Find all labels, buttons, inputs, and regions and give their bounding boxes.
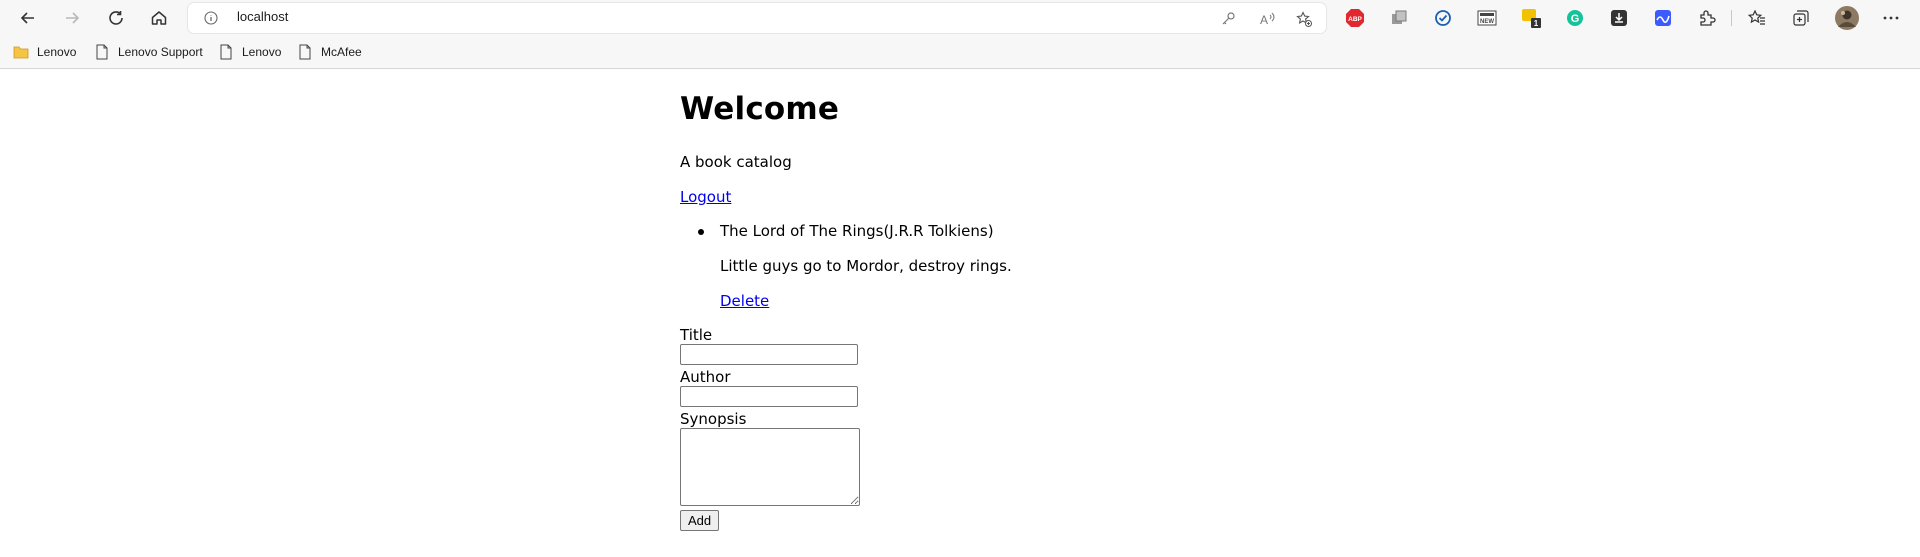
refresh-button[interactable] <box>102 4 130 32</box>
read-aloud-icon[interactable]: A <box>1260 11 1276 27</box>
star-add-icon[interactable] <box>1296 11 1312 27</box>
list-item: The Lord of The Rings(J.R.R Tolkiens) Li… <box>698 222 1012 310</box>
forward-arrow-icon <box>66 12 80 24</box>
synopsis-label: Synopsis <box>680 410 747 428</box>
news-icon[interactable]: NEW <box>1477 8 1497 28</box>
folder-icon <box>13 46 29 59</box>
check-circle-icon[interactable] <box>1433 8 1453 28</box>
badge-extension-icon[interactable]: 1 <box>1521 8 1541 28</box>
svg-text:G: G <box>1571 13 1580 25</box>
bookmark-item[interactable]: McAfee <box>297 43 362 61</box>
synopsis-textarea[interactable] <box>680 428 860 506</box>
wave-extension-icon[interactable] <box>1653 8 1673 28</box>
grammarly-icon[interactable]: G <box>1565 8 1585 28</box>
bookmark-label: McAfee <box>321 45 362 59</box>
bookmark-label: Lenovo Support <box>118 45 203 59</box>
home-button[interactable] <box>145 4 173 32</box>
refresh-icon <box>109 11 123 25</box>
bookmark-item[interactable]: Lenovo <box>218 43 281 61</box>
bookmark-item[interactable]: Lenovo <box>13 43 76 61</box>
puzzle-extensions-icon[interactable] <box>1697 8 1717 28</box>
add-button[interactable]: Add <box>680 510 720 531</box>
logout-link[interactable]: Logout <box>680 188 731 206</box>
bookmarks-bar: Lenovo Lenovo Support Lenovo McAfee <box>0 36 1920 69</box>
favorites-icon[interactable] <box>1747 8 1767 28</box>
title-label: Title <box>680 326 713 344</box>
home-icon <box>151 11 167 25</box>
info-icon[interactable] <box>204 11 218 25</box>
forward-button[interactable] <box>58 4 86 32</box>
bookmark-item[interactable]: Lenovo Support <box>94 43 203 61</box>
adblock-plus-icon[interactable]: ABP <box>1345 8 1365 28</box>
author-label: Author <box>680 368 731 386</box>
svg-text:1: 1 <box>1534 19 1539 28</box>
copy-extension-icon[interactable] <box>1389 8 1409 28</box>
address-bar[interactable]: localhost A <box>188 3 1326 33</box>
browser-toolbar: localhost A ABP NEW 1 G <box>0 0 1920 36</box>
bookmark-label: Lenovo <box>37 45 77 59</box>
page-title: Welcome <box>680 91 840 127</box>
svg-text:NEW: NEW <box>1480 19 1494 25</box>
back-button[interactable] <box>14 4 42 32</box>
download-extension-icon[interactable] <box>1609 8 1629 28</box>
back-arrow-icon <box>20 12 34 24</box>
key-icon[interactable] <box>1220 11 1236 27</box>
title-input[interactable] <box>680 344 858 365</box>
delete-book-link[interactable]: Delete <box>720 292 769 310</box>
author-input[interactable] <box>680 386 858 407</box>
svg-text:ABP: ABP <box>1348 16 1362 23</box>
book-synopsis: Little guys go to Mordor, destroy rings. <box>720 257 1012 275</box>
url-text[interactable]: localhost <box>237 9 288 24</box>
add-book-form: Title Author Synopsis Add <box>680 326 860 531</box>
collections-icon[interactable] <box>1791 8 1811 28</box>
more-menu-icon[interactable] <box>1881 8 1901 28</box>
book-list: The Lord of The Rings(J.R.R Tolkiens) Li… <box>698 222 1012 310</box>
toolbar-divider <box>1731 10 1732 26</box>
bookmark-label: Lenovo <box>242 45 282 59</box>
page-icon <box>220 44 232 60</box>
page-subtitle: A book catalog <box>680 153 792 171</box>
page-icon <box>96 44 108 60</box>
svg-text:A: A <box>1260 13 1268 27</box>
page-icon <box>299 44 311 60</box>
profile-avatar[interactable] <box>1835 6 1859 30</box>
book-title: The Lord of The Rings(J.R.R Tolkiens) <box>720 222 994 240</box>
bullet-icon <box>698 229 704 235</box>
